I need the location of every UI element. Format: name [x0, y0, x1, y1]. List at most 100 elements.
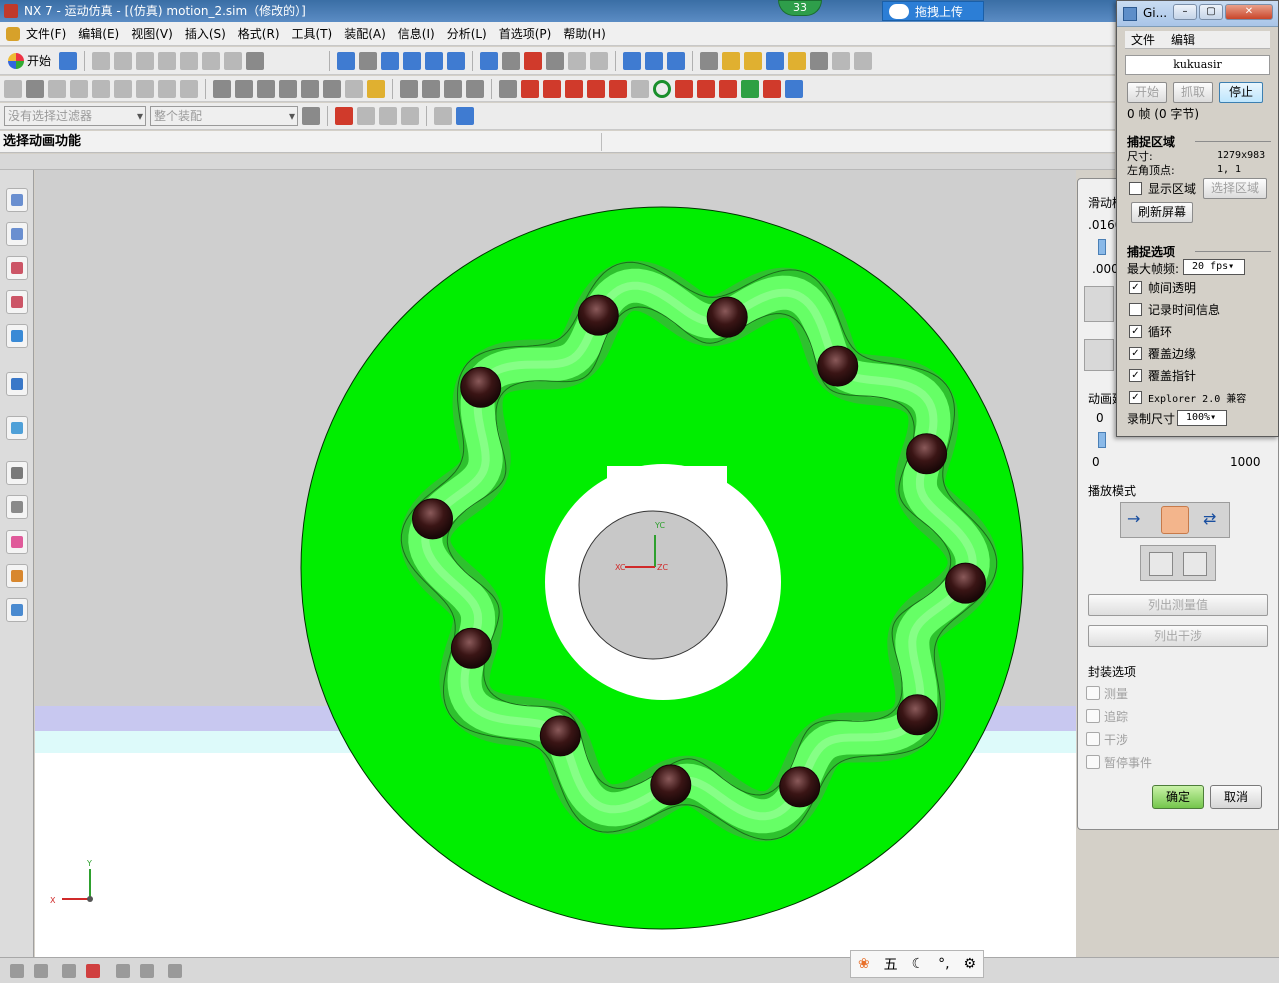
menu-view[interactable]: 视图(V)	[125, 22, 179, 46]
joint-icon[interactable]	[645, 51, 664, 70]
rewind-button[interactable]	[1084, 286, 1114, 322]
redo-icon[interactable]	[202, 51, 221, 70]
point-icon[interactable]	[136, 79, 154, 98]
circle-icon[interactable]	[785, 79, 803, 98]
vector-icon[interactable]	[810, 51, 829, 70]
angle-icon[interactable]	[854, 51, 873, 70]
play-once-icon[interactable]: →	[1127, 509, 1140, 528]
explorer-compat-checkbox[interactable]: ✓	[1129, 391, 1142, 404]
palette-icon[interactable]	[6, 530, 28, 554]
paste-icon[interactable]	[136, 51, 155, 70]
select-body-icon[interactable]	[456, 107, 474, 125]
constraint-navigator-icon[interactable]	[6, 222, 28, 246]
bearing-ball[interactable]	[906, 433, 948, 475]
rewind-icon[interactable]	[521, 79, 539, 98]
bearing-ball[interactable]	[577, 294, 619, 336]
menu-edit[interactable]: 编辑(E)	[72, 22, 125, 46]
down-arrow-icon[interactable]	[168, 964, 182, 978]
menu-insert[interactable]: 插入(S)	[179, 22, 232, 46]
graphics-window[interactable]: YC XC ZC Y X	[35, 170, 1076, 957]
wrench-icon[interactable]	[34, 964, 48, 978]
menu-information[interactable]: 信息(I)	[392, 22, 441, 46]
gifcam-menu-edit[interactable]: 编辑	[1171, 31, 1195, 48]
function-icon[interactable]	[26, 79, 44, 98]
delay-slider-thumb[interactable]	[1098, 432, 1106, 448]
delete-icon[interactable]	[158, 51, 177, 70]
face-rule-icon[interactable]	[379, 107, 397, 125]
curve-rule-icon[interactable]	[357, 107, 375, 125]
start-menu-button[interactable]: 开始	[4, 52, 55, 69]
animation-icon[interactable]	[499, 79, 517, 98]
fast-forward-icon[interactable]	[609, 79, 627, 98]
refresh-screen-button[interactable]: 刷新屏幕	[1131, 202, 1193, 223]
repeat-icon[interactable]	[224, 51, 243, 70]
bearing-ball[interactable]	[539, 715, 581, 757]
snap-settings-icon[interactable]	[302, 107, 320, 125]
play-icon[interactable]	[565, 79, 583, 98]
solver-icon[interactable]	[400, 79, 418, 98]
arch-icon[interactable]	[1183, 552, 1207, 576]
cut-icon[interactable]	[92, 51, 111, 70]
upload-button[interactable]: 拖拽上传	[882, 1, 984, 21]
snap-point-icon[interactable]	[335, 107, 353, 125]
sketch-icon[interactable]	[4, 79, 22, 98]
capture-button[interactable]: 抓取	[1173, 82, 1213, 103]
shaded-view-icon[interactable]	[480, 51, 499, 70]
record-size-select[interactable]: 100%▾	[1177, 410, 1227, 426]
cover-edge-checkbox[interactable]: ✓	[1129, 347, 1142, 360]
sensor-icon[interactable]	[744, 51, 763, 70]
line-icon[interactable]	[48, 79, 66, 98]
bearing-ball[interactable]	[460, 366, 502, 408]
bearing-ball[interactable]	[450, 627, 492, 669]
part-navigator-icon[interactable]	[6, 256, 28, 280]
background-icon[interactable]	[546, 51, 565, 70]
cover-pointer-checkbox[interactable]: ✓	[1129, 369, 1142, 382]
oval-icon[interactable]	[763, 79, 781, 98]
frame-transparency-checkbox[interactable]: ✓	[1129, 281, 1142, 294]
menu-preferences[interactable]: 首选项(P)	[493, 22, 558, 46]
assembly-navigator-icon[interactable]	[6, 188, 28, 212]
mirror-icon[interactable]	[301, 79, 319, 98]
bearing-ball[interactable]	[650, 764, 692, 806]
menu-analysis[interactable]: 分析(L)	[441, 22, 493, 46]
roles-icon[interactable]	[6, 564, 28, 588]
axis-icon[interactable]	[180, 79, 198, 98]
snap-icon[interactable]	[10, 964, 24, 978]
shaft[interactable]	[578, 510, 728, 660]
constraint-icon[interactable]	[235, 79, 253, 98]
menu-help[interactable]: 帮助(H)	[557, 22, 611, 46]
ring-icon[interactable]	[653, 79, 671, 98]
selection-mode-icon[interactable]	[86, 964, 100, 978]
loop-checkbox[interactable]: ✓	[1129, 325, 1142, 338]
connector-icon[interactable]	[667, 51, 686, 70]
table-icon[interactable]	[466, 79, 484, 98]
pan-icon[interactable]	[425, 51, 444, 70]
bearing-ball[interactable]	[779, 766, 821, 808]
trace-checkbox[interactable]	[1086, 709, 1100, 723]
hierarchy-icon[interactable]	[62, 964, 76, 978]
record-time-checkbox[interactable]	[1129, 303, 1142, 316]
bearing-ball[interactable]	[817, 345, 859, 387]
time-slider-thumb[interactable]	[1098, 239, 1106, 255]
cam-icon[interactable]	[719, 79, 737, 98]
curve-icon[interactable]	[92, 79, 110, 98]
menu-file[interactable]: 文件(F)	[4, 22, 72, 46]
show-area-checkbox[interactable]	[1129, 182, 1142, 195]
trace-icon[interactable]	[788, 51, 807, 70]
filter-icon[interactable]	[140, 964, 154, 978]
bearing-ball[interactable]	[706, 296, 748, 338]
selection-scope-select[interactable]: 整个装配	[150, 106, 298, 126]
frame-icon[interactable]	[590, 51, 609, 70]
explode-icon[interactable]	[257, 79, 275, 98]
bearing-ball[interactable]	[945, 562, 986, 604]
layout-icon[interactable]	[568, 51, 587, 70]
drive-icon[interactable]	[367, 79, 385, 98]
moon-icon[interactable]: ☾	[912, 956, 925, 972]
measure-checkbox[interactable]	[1086, 686, 1100, 700]
clock-icon[interactable]	[6, 461, 28, 485]
loop-mode-icon[interactable]	[1161, 506, 1189, 534]
step-back-icon[interactable]	[543, 79, 561, 98]
stop-button[interactable]: 停止	[1219, 82, 1263, 103]
fps-select[interactable]: 20 fps▾	[1183, 259, 1245, 275]
select-box-icon[interactable]	[434, 107, 452, 125]
